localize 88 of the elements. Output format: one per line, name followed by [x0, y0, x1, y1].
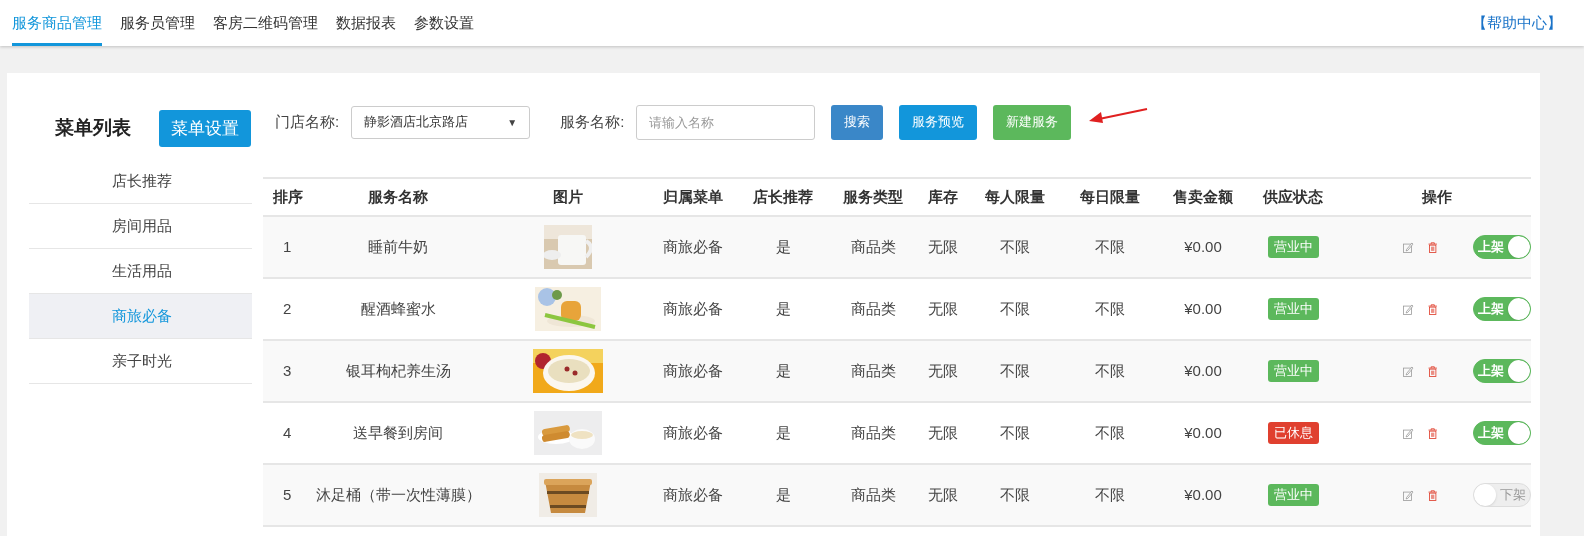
arrow-icon — [1087, 107, 1150, 123]
status-badge: 已休息 — [1267, 422, 1319, 444]
column-header: 服务类型 — [842, 186, 904, 207]
column-header: 服务名称 — [367, 186, 429, 207]
column-header: 排序 — [272, 186, 304, 207]
table-cell-text: 不限 — [1094, 298, 1126, 319]
table-cell-text: 不限 — [1094, 422, 1126, 443]
table-cell-text: 是 — [774, 298, 792, 319]
sidebar-item[interactable]: 商旅必备 — [29, 294, 252, 339]
column-header: 售卖金额 — [1172, 186, 1234, 207]
column-header: 操作 — [1421, 186, 1453, 207]
table-cell-text: 睡前牛奶 — [367, 236, 429, 257]
shelf-toggle[interactable]: 下架 — [1473, 483, 1531, 507]
store-label: 门店名称: — [275, 111, 340, 132]
nav-tab[interactable]: 客房二维码管理 — [213, 0, 318, 46]
table-cell-text: 1 — [282, 236, 293, 257]
table-cell-text: 不限 — [999, 422, 1031, 443]
sidebar-title: 菜单列表 — [55, 116, 131, 141]
table-cell-text: 是 — [774, 484, 792, 505]
shelf-toggle[interactable]: 上架 — [1473, 359, 1531, 383]
shelf-toggle[interactable]: 上架 — [1473, 235, 1531, 259]
table-cell-text: 商品类 — [849, 236, 897, 257]
table-cell-text: 商品类 — [849, 484, 897, 505]
table-cell-text: 4 — [282, 422, 293, 443]
column-header: 供应状态 — [1261, 186, 1324, 207]
service-name-label: 服务名称: — [560, 111, 625, 132]
table-cell-text: 3 — [282, 360, 293, 381]
table-cell-text: ¥0.00 — [1183, 360, 1223, 381]
table-cell-text: 商旅必备 — [662, 484, 724, 505]
table-cell-text: 商旅必备 — [662, 236, 724, 257]
column-header: 归属菜单 — [662, 186, 724, 207]
table-cell-text: 沐足桶（带一次性薄膜） — [314, 484, 482, 505]
menu-settings-button[interactable]: 菜单设置 — [159, 110, 251, 147]
table-cell-text: 银耳枸杞养生汤 — [344, 360, 452, 381]
status-badge: 营业中 — [1267, 360, 1319, 382]
table-cell-text: 2 — [282, 298, 293, 319]
table-cell-text: 不限 — [999, 298, 1031, 319]
table-cell-text: 是 — [774, 422, 792, 443]
table-cell-text: 不限 — [1094, 484, 1126, 505]
column-header: 图片 — [552, 186, 584, 207]
table-cell-text: 商旅必备 — [662, 422, 724, 443]
column-header: 店长推荐 — [752, 186, 814, 207]
table-cell-text: 商旅必备 — [662, 298, 724, 319]
table-cell-text: 5 — [282, 484, 293, 505]
table-cell-text: ¥0.00 — [1183, 298, 1223, 319]
nav-tab[interactable]: 服务商品管理 — [12, 0, 102, 46]
table-cell-text: 不限 — [1094, 360, 1126, 381]
table-cell-text: 商旅必备 — [662, 360, 724, 381]
table-cell-text: 送早餐到房间 — [352, 422, 444, 443]
action-button[interactable]: 新建服务 — [993, 104, 1072, 140]
status-badge: 营业中 — [1267, 298, 1319, 320]
table-cell-text: 不限 — [1094, 236, 1126, 257]
table-cell-text: 商品类 — [849, 298, 897, 319]
shelf-toggle[interactable]: 上架 — [1473, 421, 1531, 445]
column-header: 每日限量 — [1079, 186, 1141, 207]
table-cell-text: 不限 — [999, 484, 1031, 505]
store-select[interactable]: 静影酒店北京路店 ▼ — [351, 105, 531, 139]
help-center-link[interactable]: 【帮助中心】 — [1472, 11, 1562, 35]
nav-tab[interactable]: 服务员管理 — [120, 0, 195, 46]
dropdown-caret-icon: ▼ — [507, 114, 518, 130]
column-header: 库存 — [927, 186, 959, 207]
service-name-field[interactable]: 请输入名称 — [636, 104, 816, 140]
action-button[interactable]: 搜索 — [831, 104, 884, 140]
table-cell-text: 不限 — [999, 360, 1031, 381]
table-cell-text: 商品类 — [849, 422, 897, 443]
table-cell-text: 是 — [774, 360, 792, 381]
action-button[interactable]: 服务预览 — [899, 104, 978, 140]
nav-tab[interactable]: 参数设置 — [414, 0, 474, 46]
shelf-toggle[interactable]: 上架 — [1473, 297, 1531, 321]
status-badge: 营业中 — [1267, 484, 1319, 506]
sidebar-item[interactable]: 店长推荐 — [29, 159, 252, 204]
table-cell-text: 商品类 — [849, 360, 897, 381]
table-cell-text: 无限 — [927, 422, 959, 443]
sidebar-item[interactable]: 房间用品 — [29, 204, 252, 249]
status-badge: 营业中 — [1267, 236, 1319, 258]
table-cell-text: 不限 — [999, 236, 1031, 257]
sidebar-item[interactable]: 亲子时光 — [29, 339, 252, 384]
column-header: 每人限量 — [984, 186, 1046, 207]
table-cell-text: 醒酒蜂蜜水 — [359, 298, 437, 319]
table-cell-text: ¥0.00 — [1183, 422, 1223, 443]
table-cell-text: 无限 — [927, 360, 959, 381]
table-cell-text: ¥0.00 — [1183, 236, 1223, 257]
table-cell-text: 无限 — [927, 298, 959, 319]
table-cell-text: 无限 — [927, 484, 959, 505]
table-cell-text: 无限 — [927, 236, 959, 257]
table-cell-text: 是 — [774, 236, 792, 257]
nav-tab[interactable]: 数据报表 — [336, 0, 396, 46]
table-cell-text: ¥0.00 — [1183, 484, 1223, 505]
